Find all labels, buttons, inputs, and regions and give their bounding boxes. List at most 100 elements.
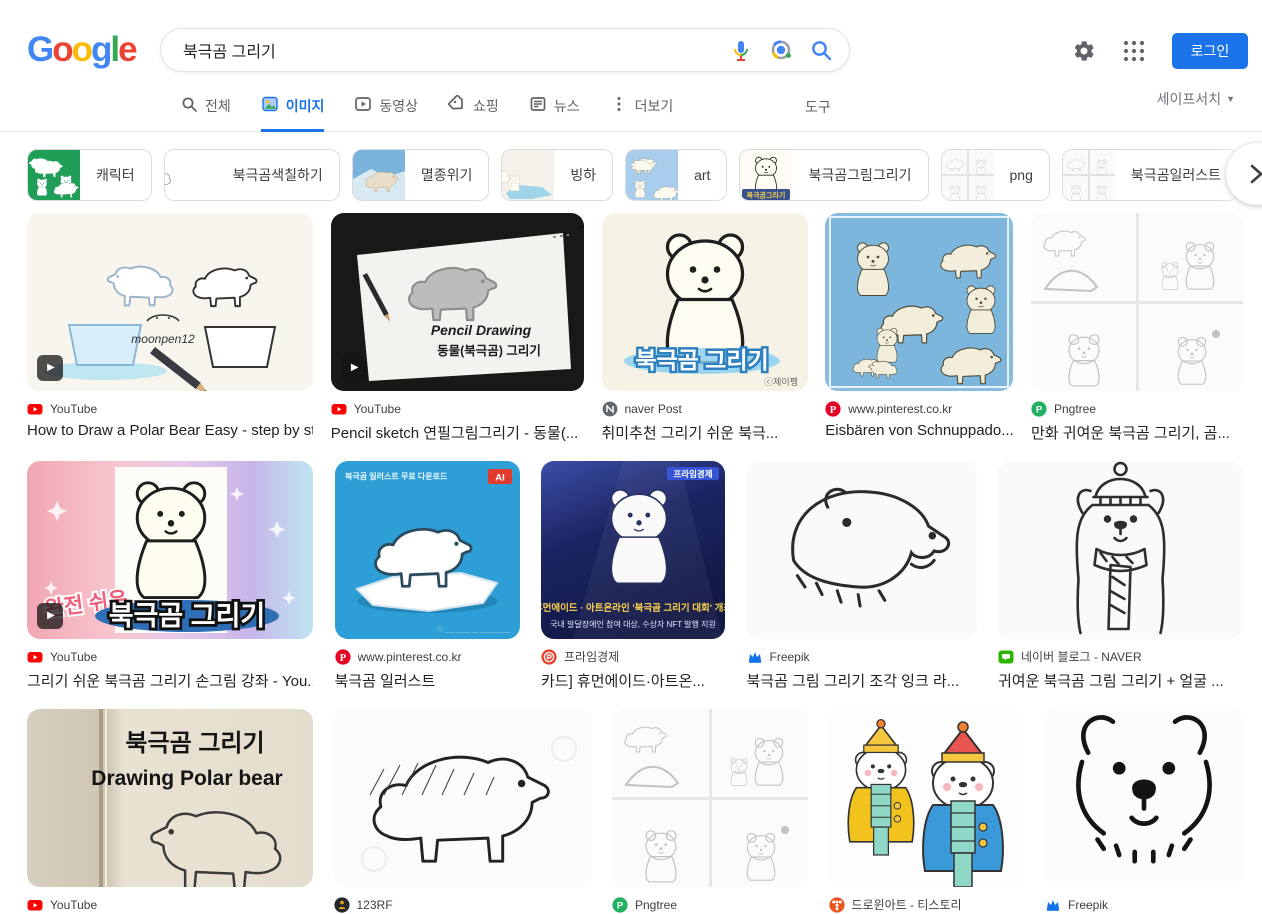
search-icon[interactable] [809, 38, 833, 62]
result-title[interactable]: 북극곰 일러스트 [335, 670, 520, 691]
logo-letter: l [110, 30, 120, 69]
tab-label: 뉴스 [553, 97, 580, 114]
chip-label: 빙하 [570, 167, 597, 183]
result-source[interactable]: 123RF [333, 896, 592, 913]
result-thumbnail[interactable]: Pencil Drawing 동물(북극곰) 그리기 ▶ [330, 213, 584, 391]
result-title[interactable]: 카드] 휴먼에이드·아트온... [541, 670, 725, 691]
related-chip-멸종위기[interactable]: 멸종위기 [351, 149, 490, 201]
result-caption: P Pngtree 북극곰 그리기 단계별 어린이 그림... [612, 896, 808, 914]
apps-grid-icon[interactable] [1122, 39, 1146, 63]
youtube-favicon-icon [27, 897, 43, 913]
result-caption: P www.pinterest.co.kr Eisbären von Schnu… [825, 400, 1013, 439]
video-play-icon: ▶ [37, 603, 63, 629]
result-title[interactable]: How to Draw a Polar Bear Easy - step by … [27, 422, 313, 439]
related-chip-북극곰그림그리기[interactable]: 북극곰그리기 북극곰그림그리기 [739, 149, 929, 201]
result-thumbnail[interactable] [1045, 709, 1243, 887]
result-thumbnail[interactable] [828, 709, 1025, 887]
result-title[interactable]: 북극곰 그림 그리기 조각 잉크 라... [747, 670, 977, 691]
grid-cell [612, 709, 709, 797]
result-caption: YouTube 쉬운 북극곰 그리기 동영상 강좌... [27, 896, 313, 914]
lens-icon[interactable] [769, 38, 793, 62]
image-result: 프라임경제 휴먼에이드 · 아트온라인 '북극곰 그리기 대회' 개최 국내 발… [541, 461, 725, 691]
tab-image[interactable]: 이미지 [260, 95, 325, 132]
chip-label: 멸종위기 [420, 167, 473, 183]
related-chip-png[interactable]: png [940, 149, 1050, 201]
result-source[interactable]: 프라임경제 [541, 648, 725, 665]
result-title[interactable]: Pencil sketch 연필그림그리기 - 동물(... [331, 422, 584, 443]
tag-icon [447, 94, 466, 116]
login-button[interactable]: 로그인 [1172, 33, 1248, 69]
search-tabs: 전체 이미지 동영상 쇼핑 뉴스 더보기 [180, 94, 703, 132]
related-chip-북극곰일러스트[interactable]: 북극곰일러스트 [1061, 149, 1239, 201]
result-source[interactable]: YouTube [27, 648, 313, 665]
result-source[interactable]: Freepik [747, 648, 977, 665]
result-source[interactable]: YouTube [331, 400, 584, 417]
tab-more[interactable]: 더보기 [610, 95, 673, 132]
result-source[interactable]: P www.pinterest.co.kr [334, 648, 520, 665]
result-source[interactable]: P Pngtree [612, 896, 808, 913]
chip-label: 북극곰그림그리기 [808, 167, 912, 183]
result-title[interactable]: 취미추천 그리기 쉬운 북극... [602, 422, 808, 443]
pinterest-favicon-icon: P [825, 400, 841, 417]
result-caption: Freepik 북극곰 모자 그리기 겨울 동물 일러... [1045, 896, 1243, 914]
news-icon [529, 95, 547, 116]
result-thumbnail[interactable] [333, 709, 592, 887]
result-thumbnail[interactable] [612, 709, 808, 887]
more-icon [610, 95, 628, 116]
result-title[interactable]: 그리기 쉬운 북극곰 그리기 손그림 강좌 - You... [27, 670, 313, 691]
svg-text:동물(북극곰) 그리기: 동물(북극곰) 그리기 [437, 343, 541, 358]
svg-text:북극곰 그리기: 북극곰 그리기 [635, 347, 768, 373]
result-caption: YouTube 그리기 쉬운 북극곰 그리기 손그림 강좌 - You... [27, 648, 313, 691]
tab-search[interactable]: 전체 [180, 95, 231, 132]
chip-label: 북극곰일러스트 [1130, 167, 1222, 183]
svg-text:북극곰그리기: 북극곰그리기 [747, 191, 786, 200]
result-thumbnail[interactable] [1031, 213, 1243, 391]
source-name: YouTube [353, 401, 401, 416]
search-input[interactable] [183, 41, 713, 59]
related-chip-빙하[interactable]: 빙하 [501, 149, 614, 201]
mic-icon[interactable] [729, 38, 753, 62]
tab-video[interactable]: 동영상 [354, 95, 418, 132]
tools-button[interactable]: 도구 [805, 97, 831, 117]
result-title[interactable]: 귀여운 북극곰 그림 그리기 + 얼굴 ... [998, 670, 1243, 691]
result-source[interactable]: naver Post [602, 400, 808, 417]
result-title[interactable]: Eisbären von Schnuppado... [825, 422, 1013, 439]
settings-gear-icon[interactable] [1072, 39, 1096, 63]
related-chip-캐릭터[interactable]: 캐릭터 [27, 149, 152, 201]
result-source[interactable]: Freepik [1045, 896, 1243, 913]
result-thumbnail[interactable]: moonpen12 ▶ [27, 213, 313, 391]
result-thumbnail[interactable]: 북극곰 일러스트 무료 다운로드 AI ⓒ ___ ____ __ ______… [334, 461, 520, 639]
result-source[interactable]: YouTube [27, 400, 313, 417]
result-thumbnail[interactable]: 프라임경제 휴먼에이드 · 아트온라인 '북극곰 그리기 대회' 개최 국내 발… [541, 461, 725, 639]
related-chip-art[interactable]: art [625, 149, 728, 201]
result-thumbnail[interactable] [746, 461, 977, 639]
result-thumbnail[interactable]: 북극곰 그리기 ⓒ제이펭 [601, 213, 808, 391]
image-result: 북극곰 일러스트 무료 다운로드 AI ⓒ ___ ____ __ ______… [334, 461, 520, 691]
result-source[interactable]: P Pngtree [1031, 400, 1243, 417]
video-play-icon: ▶ [340, 355, 367, 381]
result-source[interactable]: P www.pinterest.co.kr [825, 400, 1013, 417]
result-thumbnail[interactable]: 북극곰 그리기 Drawing Polar bear [27, 709, 313, 887]
result-source[interactable]: YouTube [27, 896, 313, 913]
source-name: naver Post [624, 401, 682, 416]
source-name: www.pinterest.co.kr [848, 401, 953, 416]
result-source[interactable]: 드로윈아트 - 티스토리 [828, 896, 1025, 913]
tab-news[interactable]: 뉴스 [529, 95, 580, 132]
tab-tag[interactable]: 쇼핑 [447, 94, 499, 132]
source-name: 123RF [356, 897, 393, 912]
result-thumbnail[interactable] [825, 213, 1014, 391]
result-thumbnail[interactable] [998, 461, 1243, 639]
logo-letter: e [118, 30, 138, 69]
result-thumbnail[interactable]: 완전 쉬운 북극곰 그리기 ▶ [27, 461, 313, 639]
grid-cell [711, 799, 808, 887]
image-result: 드로윈아트 - 티스토리 쉬운 그림그리기 귀여운 북극곰 그... [828, 709, 1025, 914]
safesearch-dropdown[interactable]: 세이프서치 ▼ [1157, 89, 1235, 109]
tab-label: 이미지 [285, 97, 325, 114]
related-chip-북극곰색칠하기[interactable]: 북극곰색칠하기 [163, 149, 340, 201]
prime-favicon-icon [541, 648, 557, 665]
google-logo[interactable]: Google [27, 30, 138, 70]
result-source[interactable]: 네이버 블로그 - NAVER [998, 648, 1243, 665]
rf123-favicon-icon [333, 896, 350, 913]
svg-text:휴먼에이드 · 아트온라인 '북극곰 그리기 대회' 개최: 휴먼에이드 · 아트온라인 '북극곰 그리기 대회' 개최 [541, 602, 725, 614]
result-title[interactable]: 만화 귀여운 북극곰 그리기, 곰... [1031, 422, 1243, 443]
